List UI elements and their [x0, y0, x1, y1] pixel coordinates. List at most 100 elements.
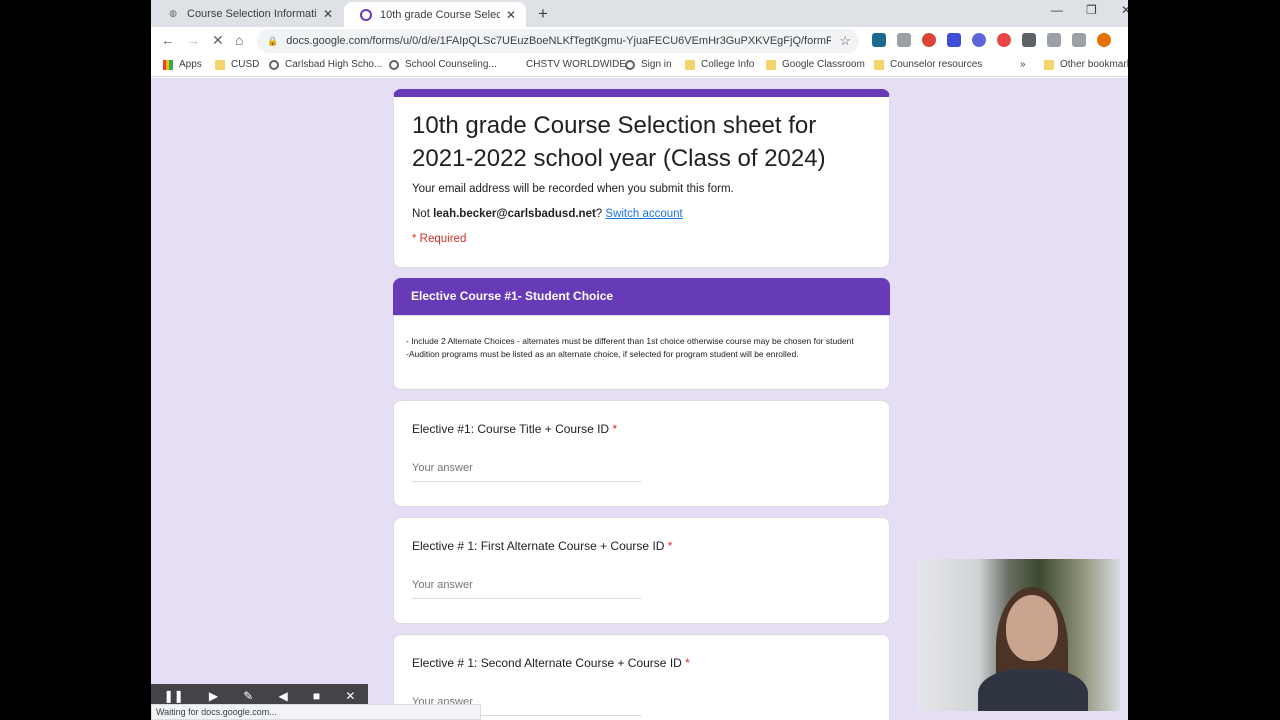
tab-title: 10th grade Course Selection she [380, 8, 500, 21]
tab-course-selection-sheet[interactable]: 10th grade Course Selection she ✕ [344, 2, 526, 27]
bookmarks-overflow[interactable]: » [1020, 59, 1026, 70]
bookmark-college-info[interactable]: College Info [685, 59, 754, 70]
restore-icon[interactable]: ❐ [1086, 3, 1097, 17]
status-bar: Waiting for docs.google.com... [151, 704, 481, 720]
bookmark-label: Counselor resources [890, 59, 983, 70]
globe-icon [389, 59, 399, 70]
bookmark-cusd[interactable]: CUSD [215, 59, 259, 70]
globe-icon: ◍ [169, 8, 177, 18]
volume-icon[interactable]: ◀ [279, 689, 288, 703]
question-label: Elective #1: Course Title + Course ID * [412, 422, 617, 436]
bookmark-star-icon[interactable]: ☆ [839, 33, 851, 49]
reading-list-icon[interactable] [1072, 33, 1086, 47]
account-line: Not leah.becker@carlsbadusd.net? Switch … [412, 208, 683, 220]
required-notice: * Required [412, 233, 467, 245]
url-text: docs.google.com/forms/u/0/d/e/1FAIpQLSc7… [286, 35, 832, 47]
question-label: Elective # 1: Second Alternate Course + … [412, 656, 690, 670]
avatar[interactable] [1097, 33, 1111, 47]
bookmark-chstv[interactable]: CHSTV WORLDWIDE [510, 59, 626, 70]
camera-icon[interactable]: ■ [313, 689, 320, 703]
form-title: 10th grade Course Selection sheet for 20… [412, 112, 826, 172]
pen-icon[interactable]: ✎ [243, 689, 253, 703]
extension-icon[interactable] [997, 33, 1011, 47]
section-desc-line: -Audition programs must be listed as an … [406, 348, 799, 359]
forward-icon[interactable]: → [186, 32, 200, 48]
extension-icon[interactable] [947, 33, 961, 47]
extension-icon[interactable] [897, 33, 911, 47]
cast-icon[interactable] [1047, 33, 1061, 47]
bookmarks-bar: Apps CUSD Carlsbad High Scho... School C… [151, 54, 1128, 77]
presenter-body [978, 669, 1088, 711]
home-icon[interactable]: ⌂ [235, 32, 243, 48]
account-email: leah.becker@carlsbadusd.net [433, 208, 596, 220]
bookmark-other[interactable]: Other bookmarks [1044, 59, 1128, 70]
tab-course-selection-info[interactable]: ◍ Course Selection Information ✕ [151, 0, 343, 27]
minimize-icon[interactable]: — [1051, 3, 1063, 17]
close-window-icon[interactable]: ✕ [1121, 3, 1128, 17]
bookmark-counselor-resources[interactable]: Counselor resources [874, 59, 982, 70]
toolbar: ← → ✕ ⌂ 🔒 docs.google.com/forms/u/0/d/e/… [151, 27, 1128, 54]
answer-input[interactable]: Your answer [412, 462, 642, 482]
section-title: Elective Course #1- Student Choice [393, 278, 890, 315]
question-text: Elective #1: Course Title + Course ID [412, 422, 610, 436]
required-asterisk: * [667, 539, 673, 553]
question-card: Elective #1: Course Title + Course ID * … [393, 400, 890, 507]
bookmark-label: Sign in [641, 59, 672, 70]
webcam-overlay [918, 559, 1120, 711]
puzzle-icon[interactable] [1022, 33, 1036, 47]
globe-icon [269, 59, 279, 70]
bookmark-google-classroom[interactable]: Google Classroom [766, 59, 865, 70]
back-icon[interactable]: ← [161, 32, 175, 48]
close-tab-icon[interactable]: ✕ [506, 8, 516, 22]
question-label: Elective # 1: First Alternate Course + C… [412, 539, 672, 553]
question-text: Elective # 1: Second Alternate Course + … [412, 656, 682, 670]
section-description: - Include 2 Alternate Choices - alternat… [393, 315, 890, 390]
bookmark-label: College Info [701, 59, 755, 70]
tab-strip: ◍ Course Selection Information ✕ 10th gr… [151, 0, 1128, 27]
presenter-face [1006, 595, 1058, 661]
not-suffix: ? [595, 208, 603, 220]
letterbox-right [1128, 0, 1280, 720]
bookmark-apps[interactable]: Apps [163, 59, 202, 70]
apps-grid-icon [163, 59, 173, 70]
close-icon[interactable]: ✕ [345, 689, 355, 703]
bookmark-label: School Counseling... [405, 59, 497, 70]
folder-icon [685, 59, 695, 70]
play-icon[interactable]: ▶ [209, 689, 218, 703]
question-text: Elective # 1: First Alternate Course + C… [412, 539, 665, 553]
folder-icon [766, 59, 776, 70]
tab-title: Course Selection Information [187, 7, 317, 20]
bookmark-sign-in[interactable]: Sign in [625, 59, 672, 70]
bookmark-label: Google Classroom [782, 59, 865, 70]
question-card: Elective # 1: First Alternate Course + C… [393, 517, 890, 624]
bookmark-label: CUSD [231, 59, 260, 70]
lock-icon: 🔒 [267, 35, 279, 46]
extension-icon[interactable] [972, 33, 986, 47]
bookmark-carlsbad-high[interactable]: Carlsbad High Scho... [269, 59, 382, 70]
extension-icon[interactable] [872, 33, 886, 47]
stop-loading-icon[interactable]: ✕ [212, 32, 224, 49]
new-tab-icon[interactable]: + [538, 4, 548, 24]
bookmark-label: Apps [179, 59, 202, 70]
pause-icon[interactable]: ❚❚ [164, 689, 184, 703]
forms-icon [360, 8, 372, 21]
form-header-card: 10th grade Course Selection sheet for 20… [393, 89, 890, 268]
bookmark-label: CHSTV WORLDWIDE [526, 59, 626, 70]
chstv-icon [510, 60, 520, 70]
globe-icon [625, 59, 635, 70]
bookmark-school-counseling[interactable]: School Counseling... [389, 59, 497, 70]
folder-icon [1044, 59, 1054, 70]
required-asterisk: * [612, 422, 618, 436]
not-prefix: Not [412, 208, 434, 220]
answer-input[interactable]: Your answer [412, 579, 642, 599]
required-asterisk: * [685, 656, 690, 670]
section-desc-line: - Include 2 Alternate Choices - alternat… [406, 336, 854, 346]
extension-icon[interactable] [922, 33, 936, 47]
address-bar[interactable]: 🔒 docs.google.com/forms/u/0/d/e/1FAIpQLS… [257, 29, 859, 53]
folder-icon [215, 59, 225, 70]
overflow-chevron-icon: » [1020, 59, 1026, 70]
email-notice: Your email address will be recorded when… [412, 183, 734, 195]
close-tab-icon[interactable]: ✕ [323, 7, 333, 21]
switch-account-link[interactable]: Switch account [605, 208, 682, 220]
bookmark-label: Carlsbad High Scho... [285, 59, 383, 70]
